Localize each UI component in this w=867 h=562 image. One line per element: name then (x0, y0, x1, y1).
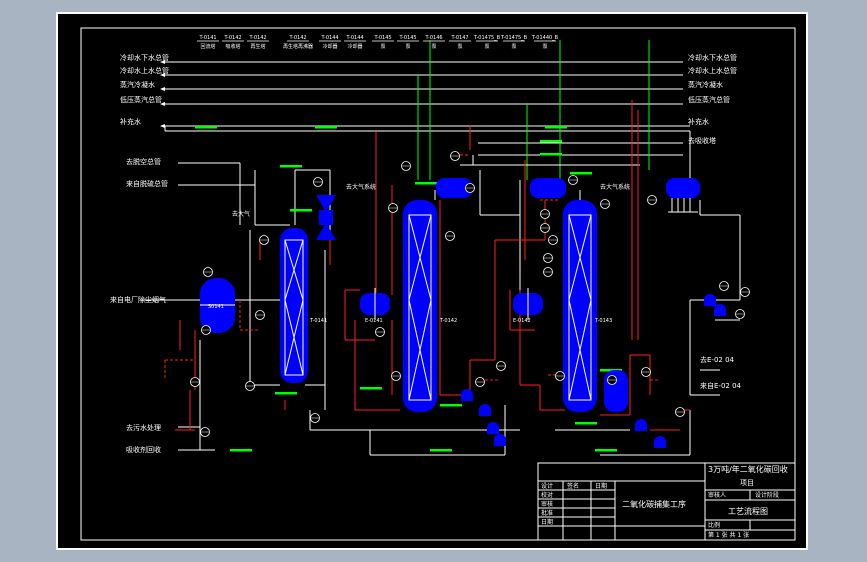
absorber-column-t0142 (403, 200, 437, 412)
pipeline-tag-mark (275, 392, 297, 395)
col-sign: 签名 (567, 482, 579, 490)
pipeline-tag-mark (195, 126, 217, 129)
condenser-2 (530, 178, 566, 198)
right-stream-label: 去E-02 04 (700, 355, 735, 364)
header-tag-desc: 泵 (431, 44, 436, 50)
left-stream-label: 来自脱硫总管 (126, 179, 168, 188)
drawing-title: 工艺流程图 (728, 506, 768, 516)
left-utility-label: 低压蒸汽总管 (120, 95, 162, 104)
right-utility-label: 补充水 (688, 117, 709, 126)
pipeline-tag-mark (415, 182, 437, 185)
pipeline-tag-mark (230, 449, 252, 452)
pipeline-tag-mark (430, 449, 452, 452)
drawing-stage: T-0141 回流塔 T-0142 吸收塔 T-0142 再生塔 T-0142 再生塔再沸器 T… (0, 0, 867, 562)
right-utility-label: 低压蒸汽总管 (688, 95, 730, 104)
right-stream-label: 来自E-02 04 (700, 381, 742, 390)
left-utility-label: 蒸汽冷凝水 (120, 80, 155, 89)
header-tag-desc: 再生塔 (250, 43, 265, 50)
right-utility-label: 蒸汽冷凝水 (688, 80, 723, 89)
right-utility-label: 去吸收塔 (688, 136, 716, 145)
absorber-column-t0141 (280, 228, 308, 383)
vent-annotation: 去大气 (232, 210, 250, 218)
header-tag-code: T-0141 (198, 35, 216, 41)
header-tag-desc: 回流塔 (200, 43, 215, 50)
header-tag-desc: 冷却器 (322, 43, 337, 50)
pipeline-tag-mark (315, 126, 337, 129)
section-title: 二氧化碳捕集工序 (622, 499, 686, 509)
equipment-label: T-0142 (439, 318, 457, 324)
vent-annotation: 去大气系统 (600, 183, 630, 191)
pipeline-tag-mark (280, 165, 302, 168)
header-tag-code: T-01475_B (473, 35, 501, 41)
header-tag-desc: 泵 (405, 44, 410, 50)
header-tag-code: T-0144 (345, 35, 363, 41)
header-tag-desc: 泵 (457, 44, 462, 50)
header-tag-code: T-0145 (398, 35, 416, 41)
left-stream-label: 吸收剂回收 (126, 445, 161, 454)
equipment-label: E-0141 (365, 318, 383, 324)
sheet-cell: 第 1 张 共 1 张 (708, 531, 749, 539)
project-title: 3万吨/年二氧化碳回收 (708, 464, 788, 474)
header-tag-desc: 泵 (484, 44, 489, 50)
header-tag-code: T-0147 (450, 35, 468, 41)
reboiler-vessel (604, 370, 628, 412)
header-tag-desc: 泵 (542, 44, 547, 50)
row-check: 校对 (541, 491, 553, 499)
project-subtitle: 项目 (740, 479, 754, 487)
checker-cell: 审核人 (708, 491, 726, 499)
pipeline-tag-mark (290, 209, 312, 212)
header-tag-desc: 冷却器 (347, 43, 362, 50)
col-date: 日期 (595, 482, 607, 490)
equipment-label: T-0141 (309, 318, 327, 324)
equipment-label: S0141 (208, 304, 224, 310)
row-review: 审核 (541, 500, 553, 508)
header-tag-code: T-0145 (373, 35, 391, 41)
scale-cell: 比例 (708, 521, 720, 529)
equipment-label: E-0142 (513, 318, 531, 324)
design-stage-cell: 设计阶段 (755, 491, 779, 499)
left-stream-label: 去污水处理 (126, 423, 161, 432)
header-tag-desc: 吸收塔 (225, 43, 240, 50)
row-design: 设计 (541, 482, 553, 490)
row-approve: 批准 (541, 509, 553, 517)
pipeline-tag-mark (595, 449, 617, 452)
pipeline-tag-mark (570, 172, 592, 175)
pipeline-tag-mark (440, 404, 462, 407)
pipeline-tag-mark (545, 126, 567, 129)
right-utility-label: 冷却水上水总管 (688, 66, 737, 75)
header-tag-code: T-0144 (320, 35, 338, 41)
vent-annotation: 去大气系统 (346, 183, 376, 191)
header-tag-code: T-0142 (288, 35, 306, 41)
header-tag-code: T-0142 (248, 35, 266, 41)
header-tag-desc: 泵 (380, 44, 385, 50)
row-date: 日期 (541, 518, 553, 526)
equipment-label: T-0143 (594, 318, 612, 324)
left-utility-label: 冷却水下水总管 (120, 53, 169, 62)
right-utility-label: 冷却水下水总管 (688, 53, 737, 62)
header-tag-desc: 再生塔再沸器 (283, 43, 313, 50)
pipeline-tag-mark (360, 387, 382, 390)
header-tag-code: T-01440_B (531, 35, 559, 41)
left-utility-label: 补充水 (120, 117, 141, 126)
header-tag-code: T-0146 (424, 35, 442, 41)
left-stream-label: 去脱空总管 (126, 157, 161, 166)
header-tag-code: T-01475_B (500, 35, 528, 41)
pipeline-tag-mark (540, 153, 562, 156)
pipeline-tag-mark (540, 140, 562, 143)
process-flow-diagram: T-0141 回流塔 T-0142 吸收塔 T-0142 再生塔 T-0142 再生塔再沸器 T… (56, 12, 808, 550)
pipeline-tag-mark (575, 422, 597, 425)
header-tag-code: T-0142 (223, 35, 241, 41)
left-utility-label: 冷却水上水总管 (120, 66, 169, 75)
header-tag-desc: 泵 (511, 44, 516, 50)
stripper-column-t0143 (563, 200, 597, 412)
left-stream-label: 来自电厂除尘烟气 (110, 295, 166, 304)
